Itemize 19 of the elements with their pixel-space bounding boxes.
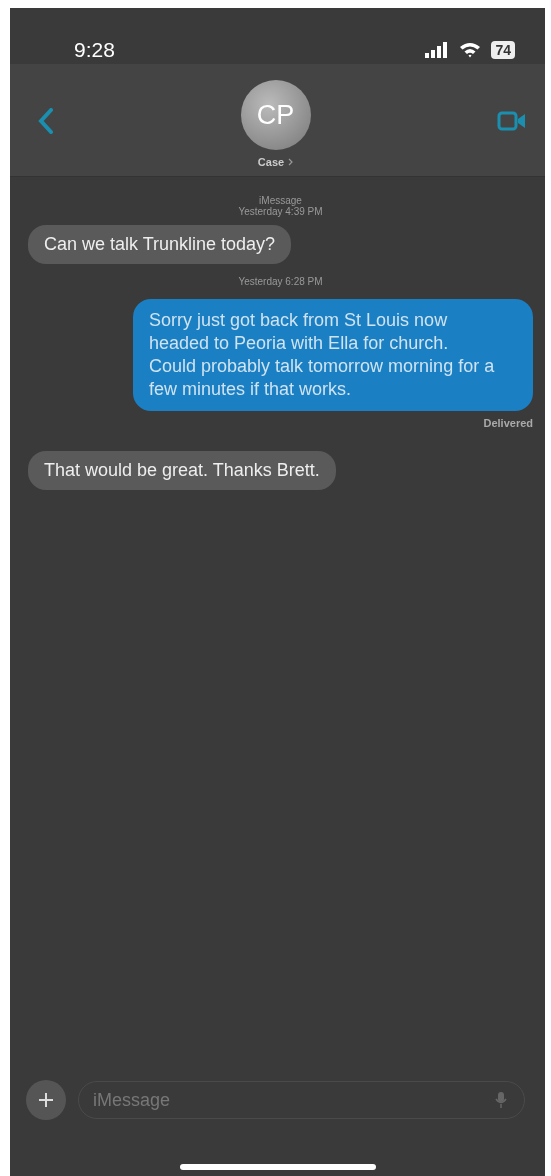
message-input-field[interactable]: iMessage xyxy=(78,1081,525,1119)
sent-message-bubble: Sorry just got back from St Louis now headed to Peoria with Ella for church. Could probably talk tomorrow morning for a few minutes if that works. xyxy=(133,299,533,411)
delivery-status: Delivered xyxy=(483,417,533,429)
contact-name[interactable]: Case xyxy=(257,156,285,168)
wifi-icon xyxy=(459,42,482,58)
microphone-icon[interactable] xyxy=(495,1091,507,1109)
video-camera-icon[interactable] xyxy=(497,110,527,132)
timestamp: Yesterday 4:39 PM xyxy=(238,206,323,217)
timestamp: Yesterday 6:28 PM xyxy=(238,276,323,287)
service-label: iMessage xyxy=(259,195,302,206)
received-message-bubble: That would be great. Thanks Brett. xyxy=(28,451,336,490)
add-button[interactable] xyxy=(26,1080,66,1120)
battery-level: 74 xyxy=(491,41,515,59)
plus-icon xyxy=(38,1092,54,1108)
status-time: 9:28 xyxy=(74,38,115,62)
chevron-icon xyxy=(288,158,294,166)
back-chevron-icon[interactable] xyxy=(38,108,54,134)
signal-icon xyxy=(425,42,450,58)
received-message-bubble: Can we talk Trunkline today? xyxy=(28,225,292,264)
